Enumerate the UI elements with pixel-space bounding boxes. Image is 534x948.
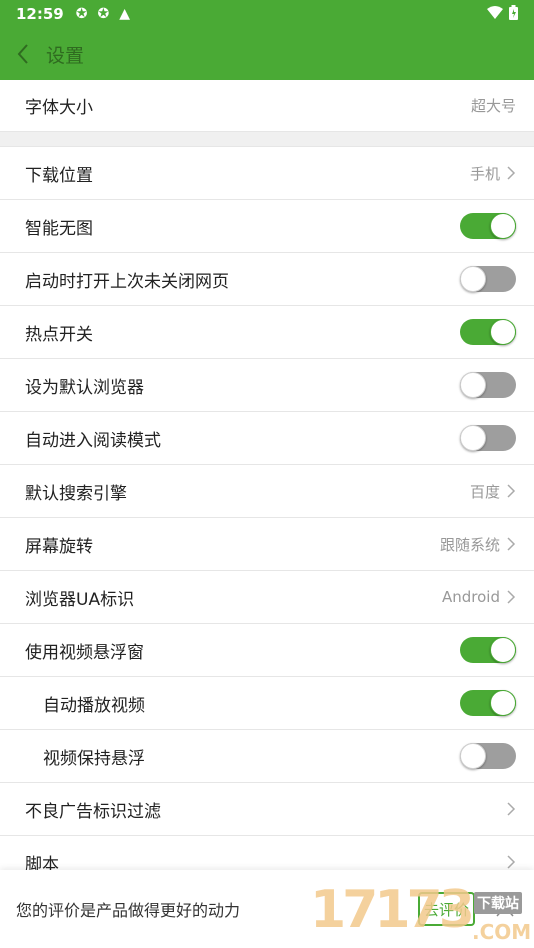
sync-icon: ✪ — [97, 6, 110, 22]
back-button[interactable] — [0, 28, 46, 80]
setting-label: 使用视频悬浮窗 — [25, 642, 144, 663]
toggle-knob — [460, 372, 486, 398]
battery-icon — [509, 4, 518, 24]
setting-label: 智能无图 — [25, 218, 93, 239]
setting-label: 浏览器UA标识 — [25, 589, 135, 610]
setting-label: 字体大小 — [25, 98, 93, 118]
chevron-right-icon — [507, 855, 516, 869]
settings-list: 字体大小 超大号 下载位置 手机 智能无图 启动时打开上次未关闭网页 热点开关 … — [0, 80, 534, 889]
setting-label: 自动进入阅读模式 — [25, 430, 161, 451]
toggle-knob — [460, 266, 486, 292]
wifi-icon — [487, 5, 503, 23]
setting-label: 热点开关 — [25, 324, 93, 345]
chevron-right-icon — [507, 484, 516, 498]
watermark-site-label: 下载站 — [474, 892, 522, 914]
setting-label: 下载位置 — [25, 165, 93, 186]
autoplay-video-toggle[interactable] — [460, 690, 516, 716]
watermark-suffix: .COM — [472, 920, 532, 944]
hotspot-toggle[interactable] — [460, 319, 516, 345]
status-bar: 12:59 ✪ ✪ ▲ — [0, 0, 534, 28]
setting-screen-rotation[interactable]: 屏幕旋转 跟随系统 — [0, 518, 534, 571]
setting-label: 设为默认浏览器 — [25, 377, 144, 398]
chevron-right-icon — [507, 166, 516, 180]
setting-user-agent[interactable]: 浏览器UA标识 Android — [0, 571, 534, 624]
toggle-knob — [490, 213, 516, 239]
setting-autoplay-video: 自动播放视频 — [0, 677, 534, 730]
auto-reading-mode-toggle[interactable] — [460, 425, 516, 451]
setting-font-size[interactable]: 字体大小 超大号 — [0, 80, 534, 132]
setting-keep-floating: 视频保持悬浮 — [0, 730, 534, 783]
setting-default-browser: 设为默认浏览器 — [0, 359, 534, 412]
toggle-knob — [490, 319, 516, 345]
setting-label: 不良广告标识过滤 — [25, 801, 161, 822]
setting-download-location[interactable]: 下载位置 手机 — [0, 147, 534, 200]
chevron-right-icon — [507, 590, 516, 604]
setting-label: 视频保持悬浮 — [43, 748, 145, 769]
chevron-right-icon — [507, 537, 516, 551]
smart-no-image-toggle[interactable] — [460, 213, 516, 239]
setting-restore-pages: 启动时打开上次未关闭网页 — [0, 253, 534, 306]
setting-ad-filter[interactable]: 不良广告标识过滤 — [0, 783, 534, 836]
setting-floating-video: 使用视频悬浮窗 — [0, 624, 534, 677]
setting-label: 默认搜索引擎 — [25, 483, 127, 504]
toggle-knob — [490, 690, 516, 716]
sync-icon: ✪ — [75, 6, 88, 22]
setting-value: 超大号 — [470, 97, 516, 115]
setting-label: 启动时打开上次未关闭网页 — [25, 271, 229, 292]
setting-value: 百度 — [469, 482, 500, 501]
restore-pages-toggle[interactable] — [460, 266, 516, 292]
status-time: 12:59 — [16, 5, 64, 23]
section-divider — [0, 132, 534, 147]
setting-auto-reading-mode: 自动进入阅读模式 — [0, 412, 534, 465]
back-arrow-icon — [17, 44, 28, 64]
chevron-right-icon — [507, 802, 516, 816]
setting-search-engine[interactable]: 默认搜索引擎 百度 — [0, 465, 534, 518]
toggle-knob — [460, 425, 486, 451]
app-bar: 设置 — [0, 28, 534, 80]
setting-value: Android — [442, 588, 500, 606]
keep-floating-toggle[interactable] — [460, 743, 516, 769]
default-browser-toggle[interactable] — [460, 372, 516, 398]
floating-video-toggle[interactable] — [460, 637, 516, 663]
setting-label: 自动播放视频 — [43, 695, 145, 716]
toggle-knob — [490, 637, 516, 663]
setting-hotspot: 热点开关 — [0, 306, 534, 359]
a-icon: ▲ — [119, 6, 130, 22]
page-title: 设置 — [46, 44, 85, 67]
setting-smart-no-image: 智能无图 — [0, 200, 534, 253]
setting-value: 跟随系统 — [439, 535, 500, 554]
toggle-knob — [460, 743, 486, 769]
setting-value: 手机 — [469, 164, 500, 183]
watermark-logo: 17173 — [310, 880, 475, 940]
setting-label: 屏幕旋转 — [25, 536, 93, 557]
